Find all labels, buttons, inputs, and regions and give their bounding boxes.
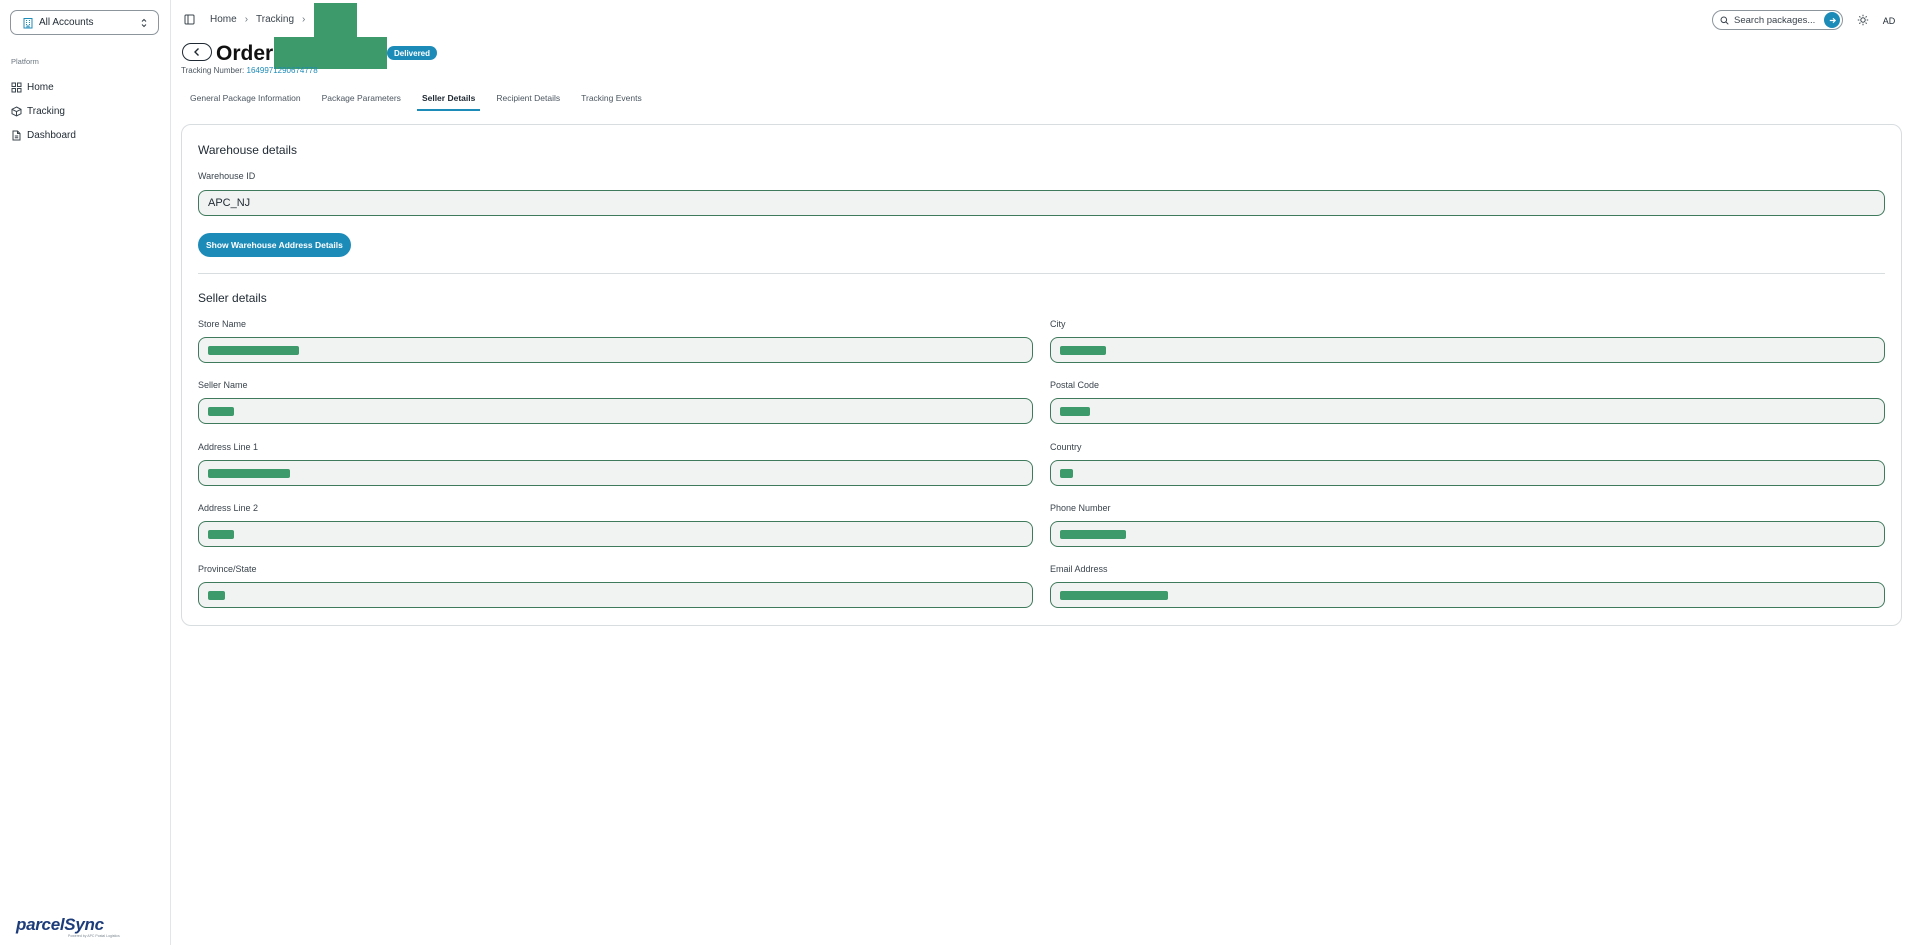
tab-seller-details[interactable]: Seller Details <box>413 87 484 111</box>
province-state-label: Province/State <box>198 564 257 574</box>
building-icon <box>22 17 34 29</box>
seller-name-field[interactable] <box>198 398 1033 424</box>
phone-number-label: Phone Number <box>1050 503 1111 513</box>
email-address-label: Email Address <box>1050 564 1108 574</box>
postal-code-label: Postal Code <box>1050 380 1100 390</box>
redacted-value <box>1060 406 1090 416</box>
redacted-value <box>208 406 234 416</box>
search-box[interactable]: Search packages... <box>1712 10 1843 30</box>
tracking-number-value[interactable]: 1649971290674778 <box>247 66 318 75</box>
seller-section-title: Seller details <box>198 291 267 305</box>
sidebar-item-label: Tracking <box>27 105 65 117</box>
redacted-value <box>208 468 290 478</box>
chevron-left-icon <box>192 47 202 57</box>
redacted-value <box>208 590 225 600</box>
search-icon <box>1720 16 1729 25</box>
sun-icon[interactable] <box>1857 14 1869 26</box>
page-title: Order <box>216 42 274 65</box>
search-submit-arrow-icon[interactable] <box>1824 12 1840 28</box>
logo-word-a: parcel <box>16 915 65 934</box>
phone-number-field[interactable] <box>1050 521 1885 547</box>
sidebar-item-label: Dashboard <box>27 129 76 141</box>
country-label: Country <box>1050 442 1082 452</box>
breadcrumb-tracking[interactable]: Tracking <box>256 14 294 25</box>
app: All Accounts Platform Home Tracking Dash… <box>0 0 1905 945</box>
sidebar-nav: Home Tracking Dashboard <box>0 75 170 147</box>
account-select[interactable]: All Accounts <box>10 10 159 35</box>
redacted-order-id <box>274 37 387 69</box>
tracking-number-line: Tracking Number: 1649971290674778 <box>181 66 318 75</box>
brand-logo: parcelSync Powered by APC Postal Logisti… <box>16 915 156 939</box>
chevron-updown-icon <box>138 17 150 29</box>
warehouse-id-field[interactable]: APC_NJ <box>198 190 1885 216</box>
city-field[interactable] <box>1050 337 1885 363</box>
redacted-value <box>208 529 234 539</box>
avatar[interactable]: AD <box>1879 11 1899 31</box>
redacted-value <box>1060 468 1073 478</box>
address-line-1-label: Address Line 1 <box>198 442 259 452</box>
province-state-field[interactable] <box>198 582 1033 608</box>
tab-bar: General Package Information Package Para… <box>181 87 654 111</box>
redacted-value <box>1060 529 1126 539</box>
sidebar-item-label: Home <box>27 81 54 93</box>
redacted-value <box>1060 345 1106 355</box>
postal-code-field[interactable] <box>1050 398 1885 424</box>
breadcrumb-separator-icon: › <box>244 14 249 25</box>
email-address-field[interactable] <box>1050 582 1885 608</box>
back-button[interactable] <box>182 43 212 61</box>
top-bar: Home › Tracking › Search packages... AD <box>171 0 1905 40</box>
breadcrumb: Home › Tracking › <box>210 14 313 25</box>
store-name-field[interactable] <box>198 337 1033 363</box>
logo-word-b: Sync <box>64 915 104 934</box>
section-divider <box>198 273 1885 274</box>
sidebar-item-tracking[interactable]: Tracking <box>0 99 170 123</box>
warehouse-id-value: APC_NJ <box>208 197 251 209</box>
tab-general-package-information[interactable]: General Package Information <box>181 87 310 111</box>
address-line-1-field[interactable] <box>198 460 1033 486</box>
tab-tracking-events[interactable]: Tracking Events <box>572 87 651 111</box>
show-warehouse-address-button[interactable]: Show Warehouse Address Details <box>198 233 351 257</box>
grid-icon <box>11 82 22 93</box>
address-line-2-label: Address Line 2 <box>198 503 259 513</box>
sidebar-item-dashboard[interactable]: Dashboard <box>0 123 170 147</box>
store-name-label: Store Name <box>198 319 247 329</box>
package-icon <box>11 105 22 117</box>
redacted-value <box>208 345 299 355</box>
redacted-breadcrumb-order <box>314 3 357 37</box>
breadcrumb-home[interactable]: Home <box>210 14 237 25</box>
document-icon <box>11 130 22 141</box>
country-field[interactable] <box>1050 460 1885 486</box>
tab-package-parameters[interactable]: Package Parameters <box>313 87 410 111</box>
tracking-number-label: Tracking Number: <box>181 66 245 75</box>
sidebar-toggle-icon[interactable] <box>184 14 195 25</box>
search-input[interactable]: Search packages... <box>1734 15 1824 26</box>
address-line-2-field[interactable] <box>198 521 1033 547</box>
warehouse-id-label: Warehouse ID <box>198 171 256 181</box>
status-badge: Delivered <box>387 46 438 60</box>
redacted-value <box>1060 590 1168 600</box>
tab-recipient-details[interactable]: Recipient Details <box>487 87 569 111</box>
sidebar-item-home[interactable]: Home <box>0 75 170 99</box>
seller-details-card: Warehouse details Warehouse ID APC_NJ Sh… <box>181 124 1902 626</box>
warehouse-section-title: Warehouse details <box>198 143 297 157</box>
city-label: City <box>1050 319 1066 329</box>
breadcrumb-separator-icon: › <box>302 14 306 25</box>
sidebar: All Accounts Platform Home Tracking Dash… <box>0 0 171 945</box>
logo-tagline: Powered by APC Postal Logistics <box>68 934 120 938</box>
account-select-label: All Accounts <box>39 17 94 28</box>
sidebar-section-label: Platform <box>11 57 39 66</box>
seller-name-label: Seller Name <box>198 380 248 390</box>
